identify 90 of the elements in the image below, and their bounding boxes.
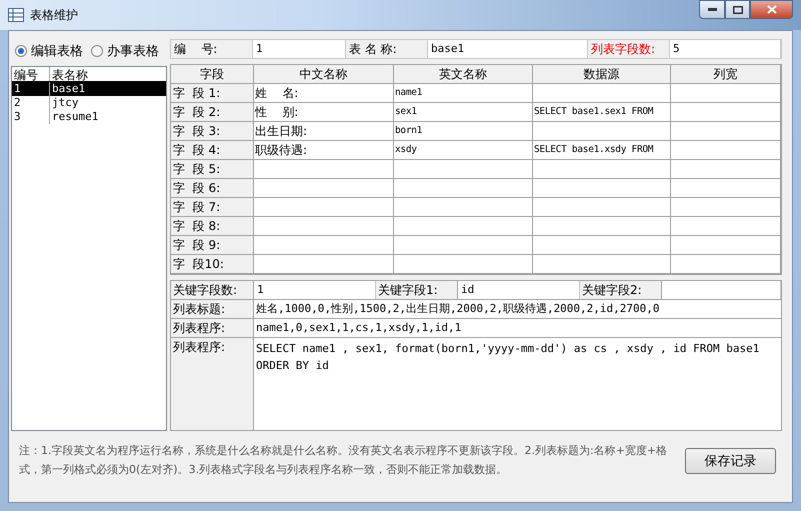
table-cell[interactable] [394, 179, 533, 198]
column-header[interactable]: 编号 [12, 67, 50, 81]
mode-radio[interactable]: 办事表格 [91, 42, 159, 60]
row-label: 字 段 8: [171, 217, 254, 236]
table-cell[interactable] [533, 236, 671, 255]
column-header[interactable]: 表名称 [50, 67, 150, 81]
table-cell[interactable] [394, 236, 533, 255]
table-cell[interactable] [671, 236, 781, 255]
input-field[interactable]: name1,0,sex1,1,cs,1,xsdy,1,id,1 [254, 319, 781, 337]
close-icon [766, 5, 776, 14]
input-field[interactable]: 姓名,1000,0,性别,1500,2,出生日期,2000,2,职级待遇,2000,2,id,2700,0 [254, 300, 781, 318]
table-cell[interactable] [394, 217, 533, 236]
input-field[interactable]: base1 [428, 40, 588, 58]
column-header: 列宽 [671, 65, 781, 84]
column-header: 中文名称 [254, 65, 394, 84]
list-row[interactable]: 3 resume1 [12, 110, 166, 124]
row-label: 字 段 6: [171, 179, 254, 198]
table-cell[interactable]: 姓 名: [254, 84, 394, 103]
row-label: 字 段 4: [171, 141, 254, 160]
window-title: 表格维护 [30, 6, 78, 24]
list-row[interactable]: 2 jtcy [12, 96, 166, 110]
table-cell[interactable] [533, 122, 671, 141]
table-cell[interactable] [394, 255, 533, 274]
field-label: 列表标题: [171, 300, 254, 318]
table-icon [8, 8, 24, 22]
maximize-icon [732, 6, 742, 14]
table-cell[interactable] [671, 160, 781, 179]
column-header: 英文名称 [394, 65, 533, 84]
table-cell[interactable] [671, 141, 781, 160]
table-cell[interactable] [254, 236, 394, 255]
field-label: 列表字段数: [588, 40, 670, 58]
field-label: 列表程序: [171, 338, 254, 430]
table-cell[interactable]: born1 [394, 122, 533, 141]
table-cell[interactable] [533, 217, 671, 236]
maximize-button[interactable] [725, 0, 750, 19]
table-cell[interactable] [254, 255, 394, 274]
table-cell[interactable] [533, 255, 671, 274]
table-cell[interactable]: name1 [394, 84, 533, 103]
table-cell[interactable]: sex1 [394, 103, 533, 122]
input-field[interactable]: 1 [254, 281, 376, 299]
table-cell[interactable] [533, 160, 671, 179]
table-cell[interactable] [671, 179, 781, 198]
minimize-icon [708, 8, 716, 11]
table-cell[interactable] [671, 84, 781, 103]
table-cell[interactable] [533, 84, 671, 103]
field-label: 关键字段数: [171, 281, 254, 299]
table-cell[interactable]: SELECT base1.sex1 FROM [533, 103, 671, 122]
row-label: 字 段 1: [171, 84, 254, 103]
row-label: 字 段 9: [171, 236, 254, 255]
table-cell[interactable] [671, 103, 781, 122]
table-cell[interactable]: 性 别: [254, 103, 394, 122]
column-header: 数据源 [533, 65, 671, 84]
close-button[interactable] [750, 0, 793, 19]
row-label: 字 段 5: [171, 160, 254, 179]
field-label: 列表程序: [171, 319, 254, 337]
input-field[interactable] [662, 281, 781, 299]
minimize-button[interactable] [699, 0, 725, 19]
input-field[interactable]: id [458, 281, 580, 299]
input-field[interactable]: 1 [253, 40, 346, 58]
table-cell[interactable] [254, 217, 394, 236]
row-label: 字 段 7: [171, 198, 254, 217]
table-cell[interactable]: 出生日期: [254, 122, 394, 141]
table-cell[interactable] [394, 160, 533, 179]
list-row[interactable]: 1 base1 [12, 82, 166, 96]
note-text: 注：1.字段英文名为程序运行名称，系统是什么名称就是什么名称。没有英文名表示程序不更新该字段。2.列表标题为:名称+宽度+格式，第一列格式必须为0(左对齐)。3.列表格式字段名与列表程序名称一致，否则不能正常加载数据。 [19, 443, 668, 478]
row-label: 字 段10: [171, 255, 254, 274]
field-label: 编 号: [171, 40, 253, 58]
text-area[interactable]: SELECT name1 , sex1, format(born1,'yyyy-mm-dd') as cs , xsdy , id FROM base1 ORDER BY id [254, 338, 781, 430]
table-cell[interactable] [671, 255, 781, 274]
input-field[interactable]: 5 [670, 40, 781, 58]
mode-radio[interactable]: 编辑表格 [15, 42, 83, 60]
save-button[interactable]: 保存记录 [685, 448, 776, 474]
column-header: 字段 [171, 65, 254, 84]
field-label: 表 名 称: [346, 40, 428, 58]
table-cell[interactable] [533, 179, 671, 198]
table-cell[interactable] [394, 198, 533, 217]
table-cell[interactable] [671, 122, 781, 141]
table-cell[interactable]: xsdy [394, 141, 533, 160]
table-cell[interactable] [533, 198, 671, 217]
table-cell[interactable]: SELECT base1.xsdy FROM [533, 141, 671, 160]
table-cell[interactable] [254, 160, 394, 179]
row-label: 字 段 3: [171, 122, 254, 141]
table-cell[interactable] [671, 198, 781, 217]
table-cell[interactable]: 职级待遇: [254, 141, 394, 160]
field-label: 关键字段2: [580, 281, 662, 299]
row-label: 字 段 2: [171, 103, 254, 122]
table-cell[interactable] [671, 217, 781, 236]
field-label: 关键字段1: [376, 281, 458, 299]
table-cell[interactable] [254, 198, 394, 217]
table-cell[interactable] [254, 179, 394, 198]
